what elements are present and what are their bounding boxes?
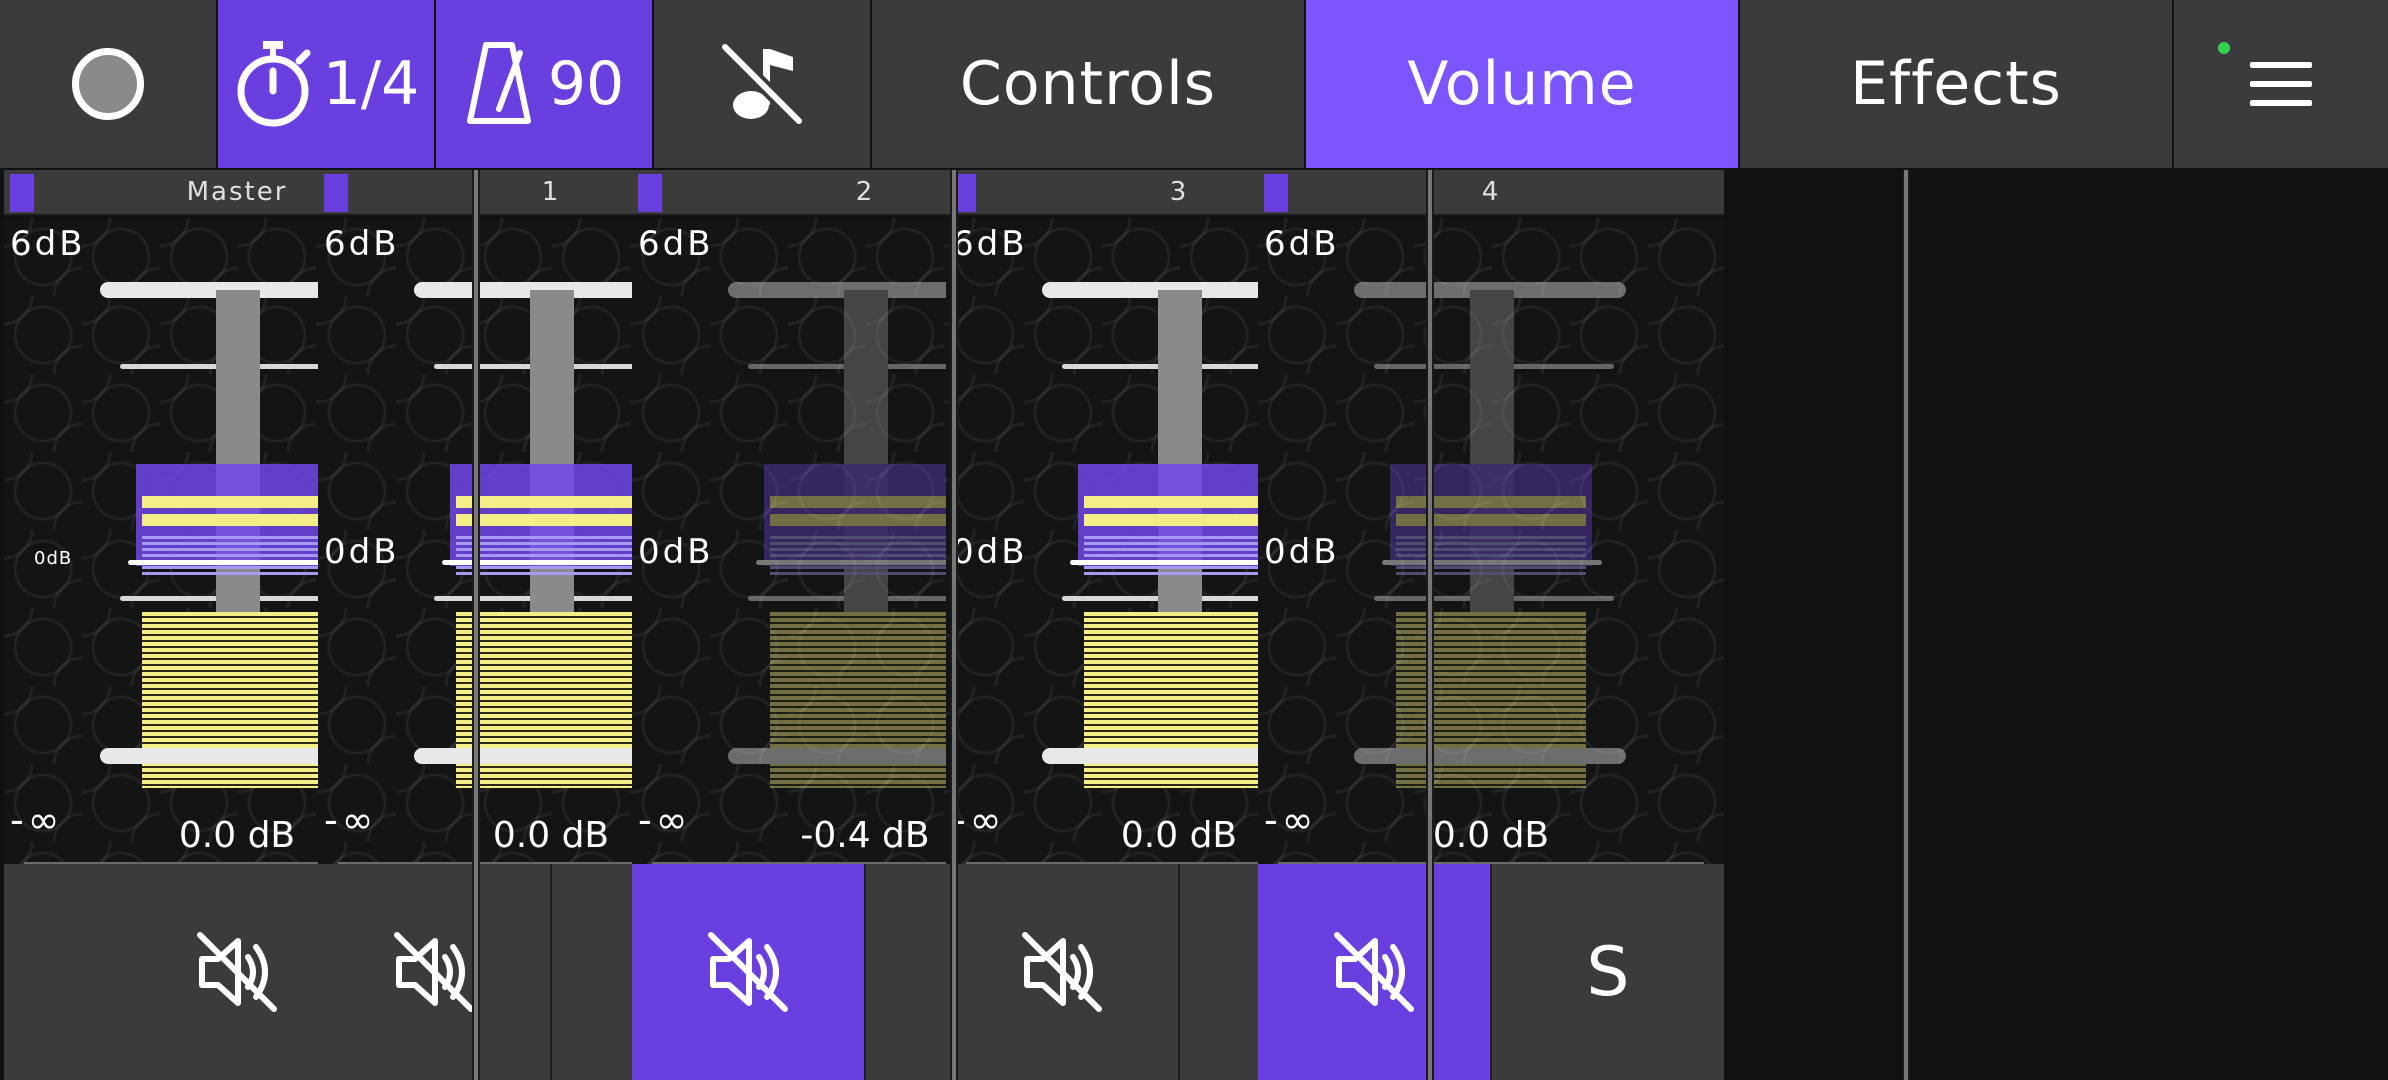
status-dot <box>2218 42 2230 54</box>
channel-color-tag <box>324 174 348 212</box>
mute-speaker-icon <box>1022 932 1102 1012</box>
channel-color-tag <box>10 174 34 212</box>
tab-volume-label: Volume <box>1407 49 1637 119</box>
count-in-button[interactable]: 1/4 <box>218 0 436 168</box>
note-off-icon <box>720 42 804 126</box>
strip-divider <box>472 170 480 1080</box>
fader-handle-lines <box>1084 496 1274 536</box>
fader-handle-stripes <box>1396 536 1586 578</box>
tempo-value: 90 <box>547 49 625 119</box>
channel-color-tag <box>638 174 662 212</box>
fader-handle-stripes <box>456 536 646 578</box>
mute-speaker-icon <box>394 932 474 1012</box>
mute-button[interactable] <box>318 864 552 1080</box>
channel-strip-4: 4 6dB 0dB -∞ 0.0 dB S <box>1258 170 1724 1080</box>
zero-db-line <box>756 560 976 565</box>
mute-button[interactable] <box>632 864 866 1080</box>
channel-name: 2 <box>855 177 875 207</box>
tab-controls-label: Controls <box>959 49 1217 119</box>
channel-header: 4 <box>1258 170 1724 216</box>
fader-handle-lines <box>1396 496 1586 536</box>
fader-handle-stripes <box>770 536 960 578</box>
record-icon <box>72 48 144 120</box>
tab-controls[interactable]: Controls <box>872 0 1306 168</box>
fader-handle-lines <box>770 496 960 536</box>
channel-color-tag <box>1264 174 1288 212</box>
solo-button[interactable]: S <box>1492 864 1724 1080</box>
menu-icon <box>2250 62 2312 106</box>
strip-divider <box>1426 170 1434 1080</box>
count-in-value: 1/4 <box>322 49 420 119</box>
record-button[interactable] <box>0 0 218 168</box>
metronome-button[interactable]: 90 <box>436 0 654 168</box>
fader-handle-stripes <box>142 536 332 578</box>
zero-db-line <box>128 560 348 565</box>
fader-rail-bottom <box>1354 748 1626 764</box>
channel-db-value: 0.0 dB <box>1432 815 1550 856</box>
top-bar: 1/4 90 Controls Volume Effects <box>0 0 2388 168</box>
metronome-icon <box>466 42 531 124</box>
zero-db-line <box>1070 560 1290 565</box>
channel-buttons: S <box>1258 864 1724 1080</box>
mute-button[interactable] <box>1258 864 1492 1080</box>
fader-handle-lines <box>142 496 332 536</box>
note-toggle-button[interactable] <box>654 0 872 168</box>
menu-button[interactable] <box>2174 0 2388 168</box>
mute-speaker-icon <box>1334 932 1414 1012</box>
fader[interactable] <box>1258 218 1724 864</box>
tab-effects-label: Effects <box>1850 49 2062 119</box>
solo-label: S <box>1586 932 1630 1012</box>
stopwatch-icon <box>237 41 311 127</box>
mute-speaker-icon <box>708 932 788 1012</box>
zero-db-line <box>1382 560 1602 565</box>
fader-handle-lines <box>456 496 646 536</box>
channel-name: 3 <box>1169 177 1189 207</box>
strip-divider <box>950 170 958 1080</box>
channel-name: 1 <box>541 177 561 207</box>
channel-fader-area[interactable]: 6dB 0dB -∞ 0.0 dB <box>1258 218 1724 864</box>
mute-speaker-icon <box>197 932 277 1012</box>
strip-divider <box>1902 170 1910 1080</box>
channel-name: 4 <box>1481 177 1501 207</box>
tab-effects[interactable]: Effects <box>1740 0 2174 168</box>
mute-button[interactable] <box>946 864 1180 1080</box>
tab-volume[interactable]: Volume <box>1306 0 1740 168</box>
fader-handle-stripes <box>1084 536 1274 578</box>
channel-name: Master <box>186 177 288 207</box>
